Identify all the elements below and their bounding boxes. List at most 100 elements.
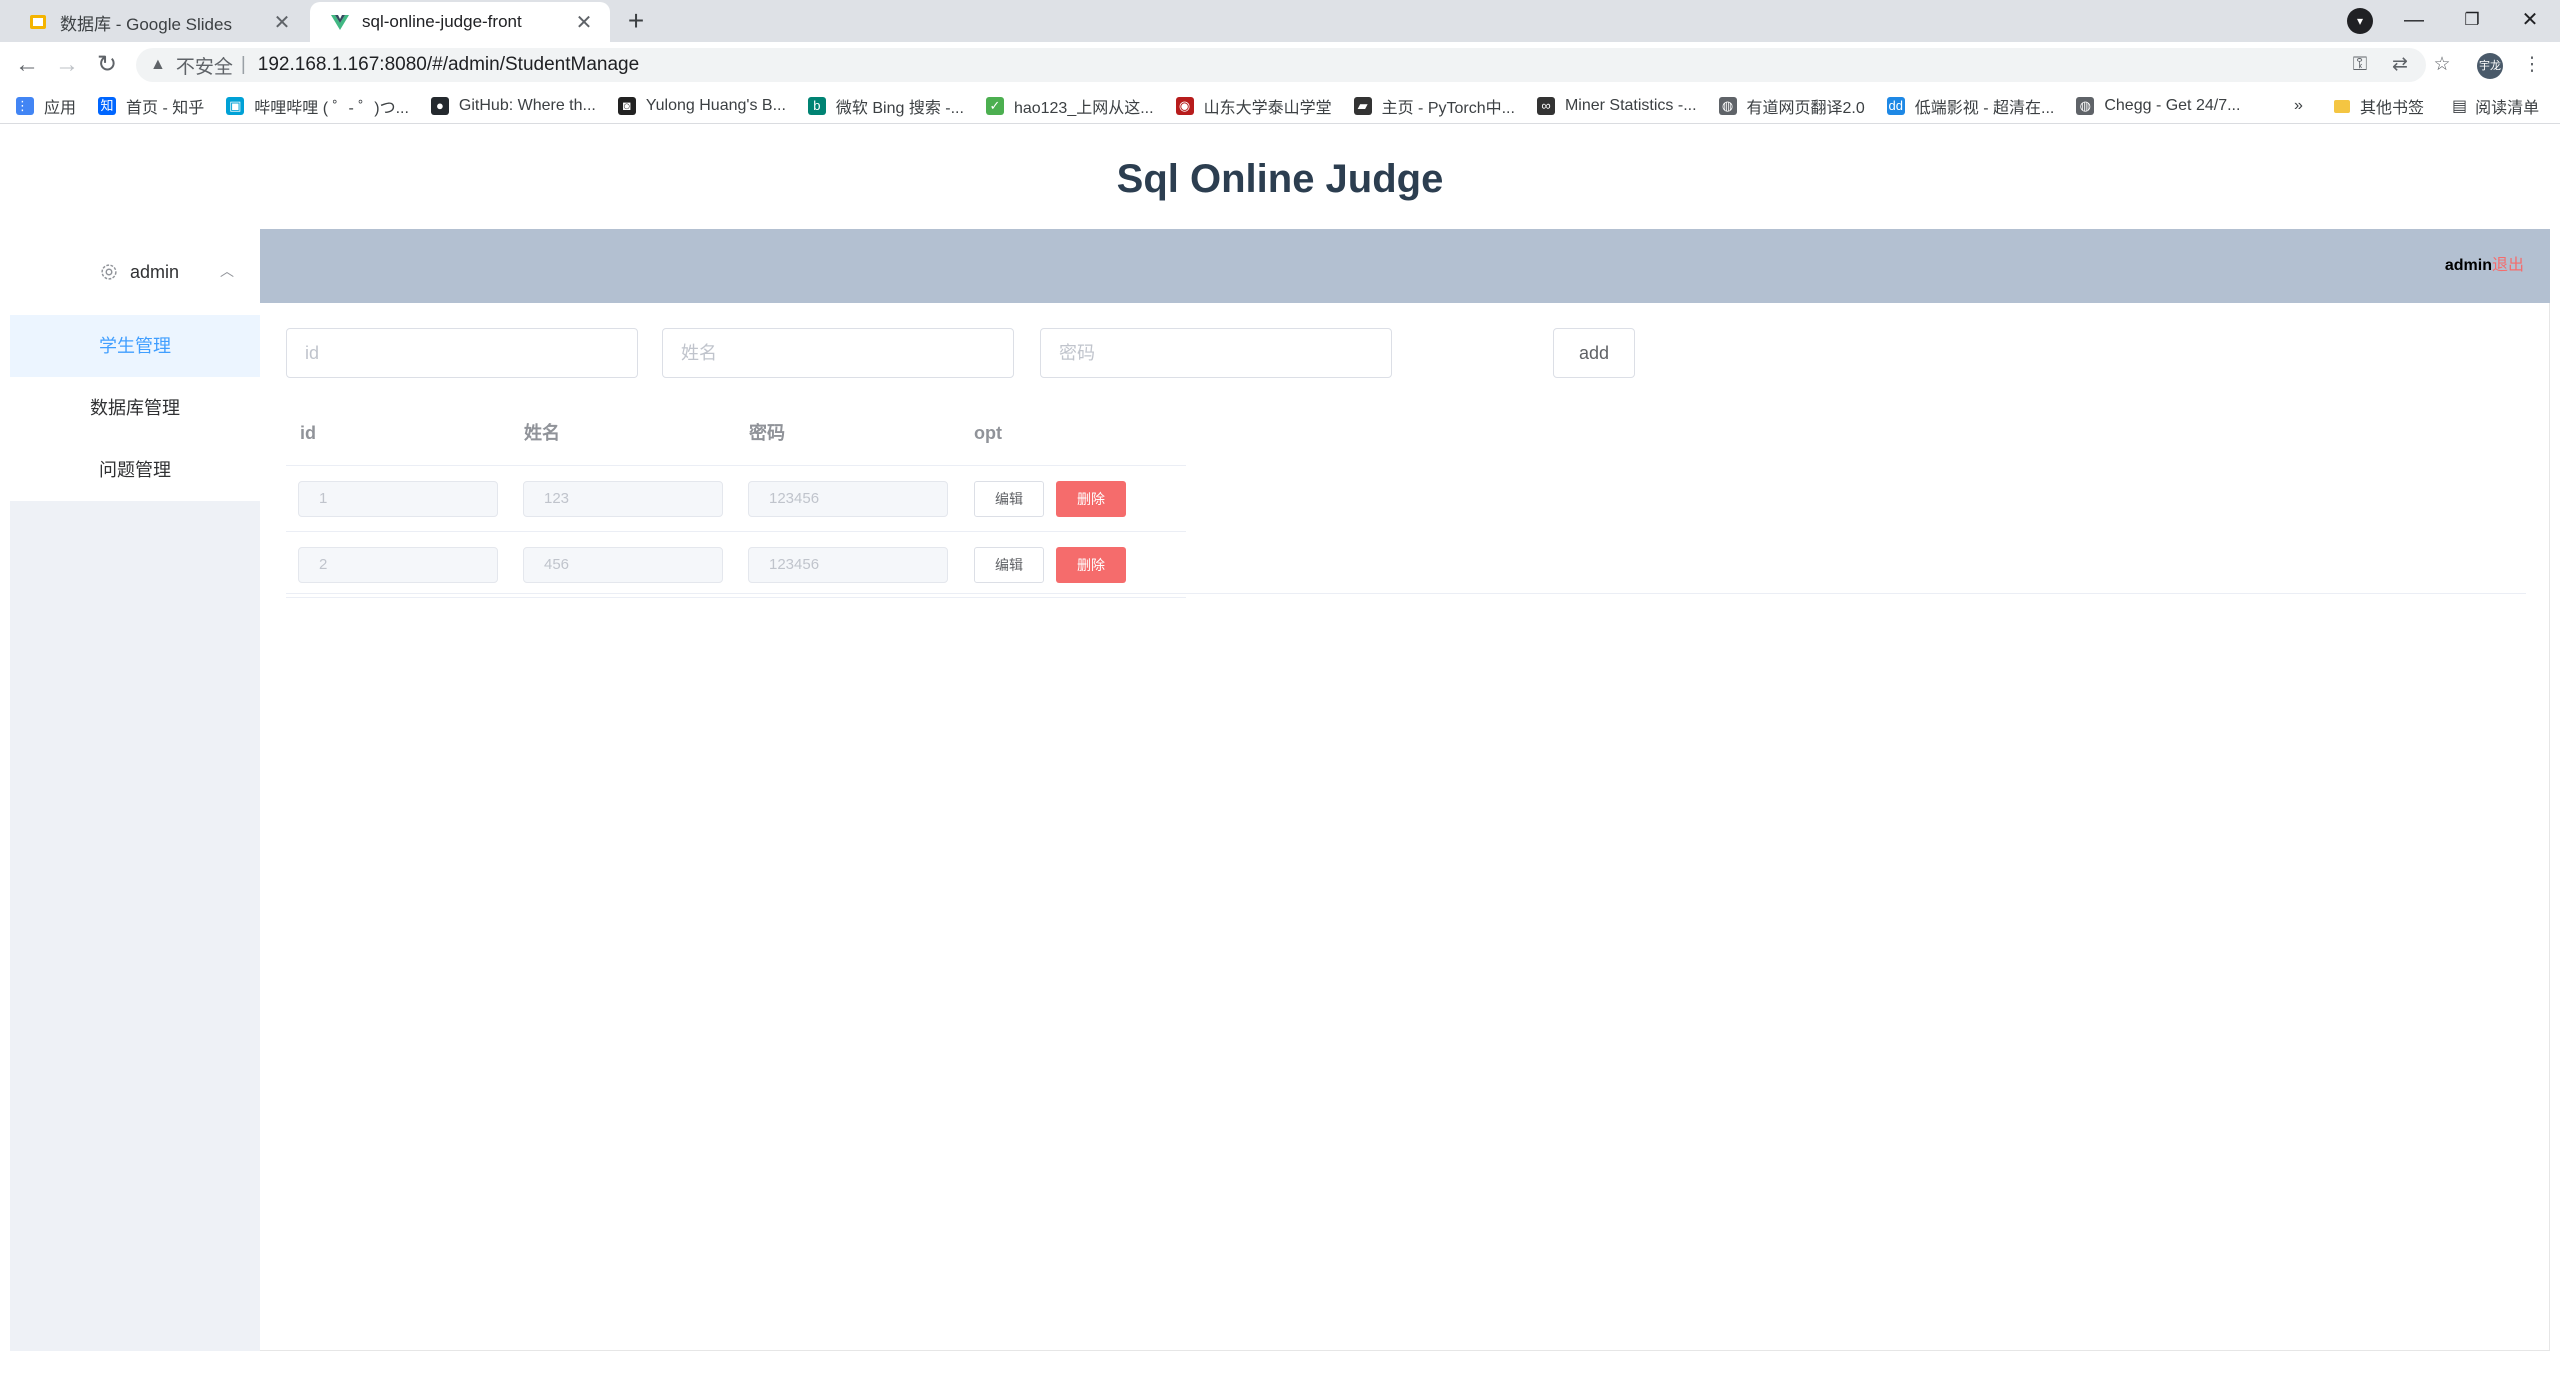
- tab-google-slides[interactable]: 数据库 - Google Slides ✕: [8, 2, 308, 42]
- password-input[interactable]: [1040, 328, 1392, 378]
- reading-list-label: 阅读清单: [2475, 100, 2540, 117]
- id-cell[interactable]: 1: [298, 481, 498, 517]
- bookmarks-bar: ⋮⋮ 应用知首页 - 知乎 ▣ 哔哩哔哩 ( ゜- ゜)つ... ● GitHub: Wh…: [0, 88, 2560, 124]
- bookmark-item[interactable]: ◉ 山东大学泰山学堂: [1175, 94, 1332, 118]
- id-input[interactable]: [286, 328, 638, 378]
- sidebar-item-student-manage[interactable]: 学生管理: [10, 315, 260, 377]
- add-button[interactable]: add: [1553, 328, 1635, 378]
- bookmark-label: 微软 Bing 搜索 -...: [835, 99, 964, 117]
- translate-icon[interactable]: ⇄: [2383, 48, 2417, 82]
- vue-icon: [331, 15, 349, 30]
- apps-grid-icon: ⋮⋮: [16, 96, 42, 115]
- tab-sql-online-judge[interactable]: sql-online-judge-front ✕: [310, 2, 610, 42]
- table-row: 2 456 123456 编辑 删除: [286, 532, 1186, 598]
- password-cell[interactable]: 123456: [748, 481, 948, 517]
- tab-search-icon[interactable]: ▾: [2347, 8, 2373, 34]
- bookmark-item[interactable]: ✓ hao123_上网从这...: [985, 94, 1154, 118]
- bookmark-item[interactable]: 知首页 - 知乎: [98, 94, 204, 118]
- student-table: id 姓名 密码 opt 1 123 123456 编辑 删除 2 456 12…: [286, 400, 1186, 598]
- bing-icon: b: [807, 96, 826, 115]
- id-cell[interactable]: 2: [298, 547, 498, 583]
- bookmark-item[interactable]: ◙ Yulong Huang's B...: [617, 96, 786, 115]
- miner-icon: ∞: [1536, 96, 1555, 115]
- zhihu-icon: 知: [98, 96, 117, 115]
- menu-icon[interactable]: ⋮: [2515, 48, 2549, 82]
- header-username: admin: [2444, 257, 2492, 274]
- sidebar-item-database-manage[interactable]: 数据库管理: [10, 377, 260, 439]
- column-header-id: id: [300, 423, 316, 443]
- minimize-icon[interactable]: —: [2386, 0, 2442, 40]
- column-header-name: 姓名: [524, 423, 560, 443]
- window-close-icon[interactable]: ✕: [2502, 0, 2558, 40]
- table-header: id 姓名 密码 opt: [286, 400, 1186, 466]
- bookmark-label: Miner Statistics -...: [1564, 96, 1697, 114]
- column-header-opt: opt: [974, 423, 1002, 443]
- name-cell[interactable]: 123: [523, 481, 723, 517]
- star-icon[interactable]: ☆: [2425, 48, 2459, 82]
- bookmark-item[interactable]: b 微软 Bing 搜索 -...: [807, 94, 964, 118]
- chevron-up-icon: ︿: [220, 263, 234, 279]
- address-separator: |: [240, 54, 246, 75]
- reading-list-icon: ▤: [2452, 98, 2468, 115]
- other-bookmarks-folder[interactable]: 其他书签: [2334, 88, 2424, 124]
- bookmark-label: 哔哩哔哩 ( ゜- ゜)つ...: [254, 99, 409, 117]
- bilibili-icon: ▣: [226, 96, 245, 115]
- bookmark-item[interactable]: ▣ 哔哩哔哩 ( ゜- ゜)つ...: [226, 94, 409, 118]
- bookmark-label: hao123_上网从这...: [1013, 99, 1154, 117]
- folder-icon: [2334, 99, 2350, 113]
- slides-icon: [30, 15, 46, 29]
- url-text: 192.168.1.167:8080/#/admin/StudentManage: [257, 54, 640, 75]
- forward-icon[interactable]: →: [50, 48, 84, 82]
- bookmark-item[interactable]: ◍ Chegg - Get 24/7...: [2076, 96, 2240, 115]
- sidebar-user-menu[interactable]: admin ︿: [10, 229, 260, 315]
- table-row: 1 123 123456 编辑 删除: [286, 466, 1186, 532]
- profile-avatar[interactable]: 宇龙: [2477, 53, 2503, 79]
- github-icon: ●: [430, 96, 449, 115]
- bookmark-label: 首页 - 知乎: [126, 99, 205, 117]
- hao123-icon: ✓: [985, 96, 1004, 115]
- back-icon[interactable]: ←: [10, 48, 44, 82]
- sidebar-item-question-manage[interactable]: 问题管理: [10, 439, 260, 501]
- bookmark-label: 主页 - PyTorch中...: [1381, 99, 1515, 117]
- ddrk-icon: dd: [1886, 96, 1905, 115]
- password-cell[interactable]: 123456: [748, 547, 948, 583]
- header-bar: admin退出: [260, 229, 2550, 303]
- edit-button[interactable]: 编辑: [974, 547, 1044, 583]
- sidebar: admin ︿ 学生管理 数据库管理 问题管理: [10, 229, 260, 1351]
- sidebar-menu: 学生管理 数据库管理 问题管理: [10, 315, 260, 501]
- reload-icon[interactable]: ↻: [90, 48, 124, 82]
- warning-icon: ▲: [150, 56, 166, 73]
- delete-button[interactable]: 删除: [1056, 547, 1126, 583]
- logout-link[interactable]: 退出: [2492, 257, 2524, 274]
- bookmark-item[interactable]: ∞ Miner Statistics -...: [1536, 96, 1697, 115]
- reading-list-button[interactable]: ▤ 阅读清单: [2452, 88, 2539, 124]
- bookmark-item[interactable]: ● GitHub: Where th...: [430, 96, 596, 115]
- bookmark-label: Yulong Huang's B...: [645, 96, 786, 114]
- main-content: add id 姓名 密码 opt 1 123 123456 编辑 删除 2 45…: [260, 303, 2550, 1351]
- edit-button[interactable]: 编辑: [974, 481, 1044, 517]
- bookmark-item[interactable]: ◍ 有道网页翻译2.0: [1718, 94, 1865, 118]
- browser-toolbar: ← → ↻ ▲ 不安全 | 192.168.1.167:8080/#/admin…: [0, 42, 2560, 88]
- delete-button[interactable]: 删除: [1056, 481, 1126, 517]
- table-divider: [286, 593, 2526, 594]
- bookmark-label: 低端影视 - 超清在...: [1914, 99, 2055, 117]
- close-icon[interactable]: ✕: [272, 10, 292, 35]
- key-icon[interactable]: ⚿: [2343, 48, 2377, 82]
- name-input[interactable]: [662, 328, 1014, 378]
- page-title: Sql Online Judge: [1116, 157, 1444, 201]
- address-bar[interactable]: ▲ 不安全 | 192.168.1.167:8080/#/admin/Stude…: [136, 48, 2426, 82]
- security-label: 不安全: [175, 56, 233, 78]
- name-cell[interactable]: 456: [523, 547, 723, 583]
- gear-icon: [101, 264, 117, 280]
- pytorch-icon: ▰: [1353, 96, 1372, 115]
- bookmark-item[interactable]: dd 低端影视 - 超清在...: [1886, 94, 2055, 118]
- bookmark-label: GitHub: Where th...: [458, 96, 596, 114]
- close-icon[interactable]: ✕: [574, 10, 594, 35]
- bookmarks-overflow-button[interactable]: »: [2294, 88, 2303, 124]
- sidebar-username: admin: [130, 261, 180, 282]
- new-tab-button[interactable]: +: [618, 7, 654, 37]
- restore-icon[interactable]: ❐: [2444, 0, 2500, 40]
- bookmark-item[interactable]: ⋮⋮ 应用: [16, 94, 76, 118]
- tab-title: sql-online-judge-front: [362, 12, 522, 31]
- bookmark-item[interactable]: ▰ 主页 - PyTorch中...: [1353, 94, 1515, 118]
